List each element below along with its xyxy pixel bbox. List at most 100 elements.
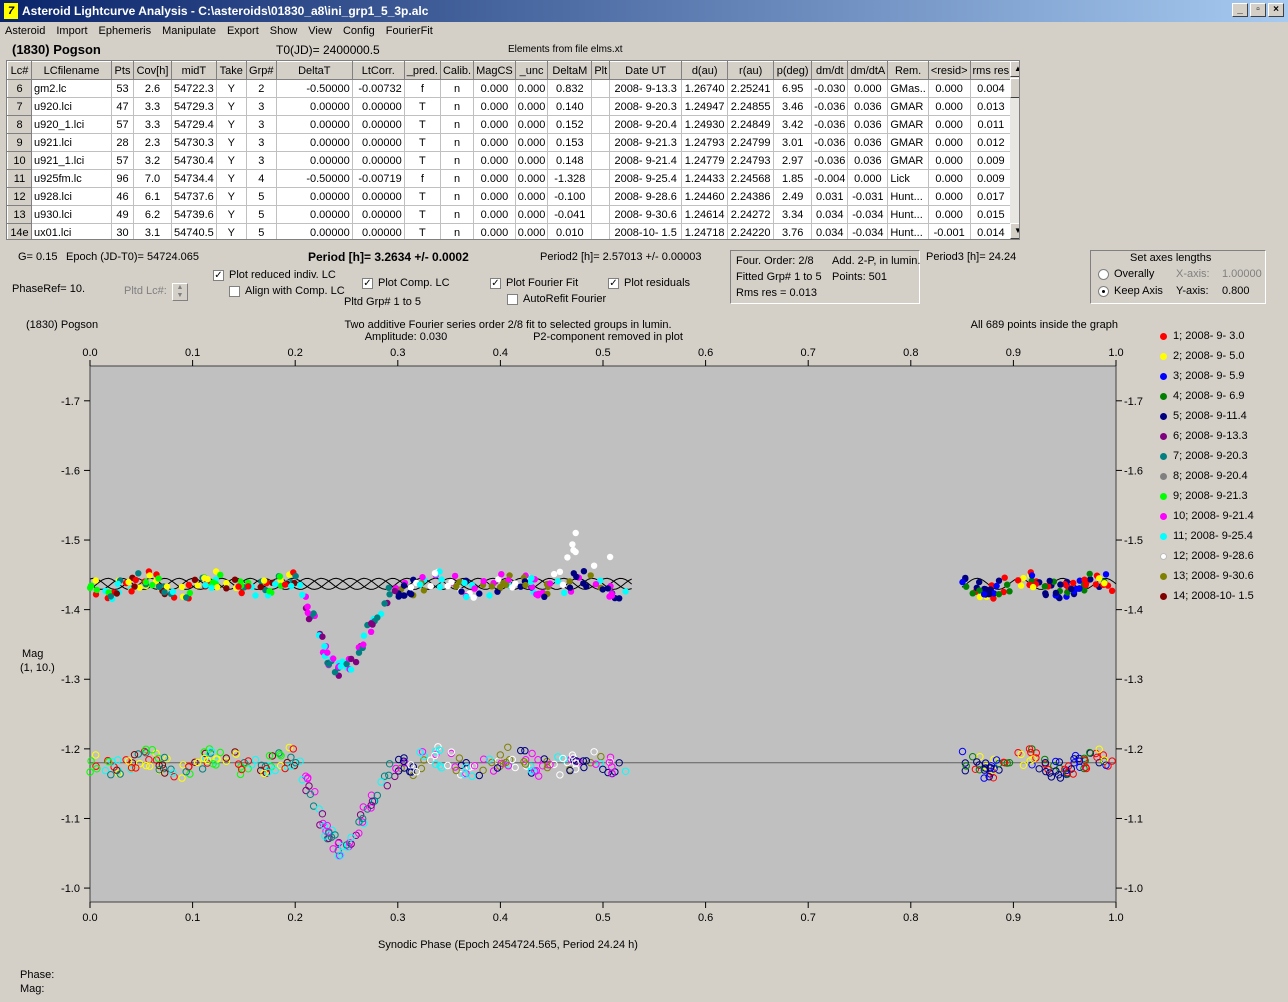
table-cell[interactable]: 0.00000 xyxy=(276,223,353,239)
table-cell[interactable]: 46 xyxy=(111,187,134,206)
table-cell[interactable]: 2008- 9-13.3 xyxy=(609,79,683,98)
table-cell[interactable]: 0.036 xyxy=(847,133,889,152)
table-cell[interactable]: -0.034 xyxy=(847,205,889,224)
column-header[interactable]: DeltaT xyxy=(275,61,353,80)
table-cell[interactable]: n xyxy=(440,133,475,152)
column-header[interactable]: p(deg) xyxy=(773,61,813,80)
column-header[interactable]: Plt xyxy=(591,61,611,80)
table-cell[interactable]: Y xyxy=(216,205,247,224)
table-cell[interactable]: 0.000 xyxy=(928,133,971,152)
table-cell[interactable]: 1.85 xyxy=(773,169,813,188)
table-cell[interactable]: 2008- 9-30.6 xyxy=(609,205,683,224)
table-cell[interactable]: T xyxy=(404,223,441,239)
table-cell[interactable]: u928.lci xyxy=(31,187,112,206)
table-cell[interactable]: 6.1 xyxy=(133,187,172,206)
menu-manipulate[interactable]: Manipulate xyxy=(157,23,222,41)
table-cell[interactable]: 2008- 9-25.4 xyxy=(609,169,683,188)
column-header[interactable]: Take xyxy=(215,61,247,80)
table-cell[interactable]: 0.000 xyxy=(928,169,971,188)
table-cell[interactable]: 0.148 xyxy=(547,151,593,170)
autorefit-checkbox[interactable]: AutoRefit Fourier xyxy=(507,293,606,305)
table-cell[interactable]: n xyxy=(440,169,475,188)
table-cell[interactable]: 0.00000 xyxy=(352,223,405,239)
table-cell[interactable]: gm2.lc xyxy=(31,79,112,98)
table-cell[interactable]: Hunt... xyxy=(887,187,929,206)
table-cell[interactable]: 53 xyxy=(111,79,134,98)
table-row[interactable]: 14e ux01.lci 30 3.1 54740.5 Y 5 0.00000 0.00000 T… xyxy=(7,223,1013,239)
table-cell[interactable] xyxy=(591,169,611,188)
column-header[interactable]: dm/dt xyxy=(811,61,849,80)
table-cell[interactable]: GMAR xyxy=(887,151,929,170)
column-header[interactable]: d(au) xyxy=(681,61,729,80)
table-cell[interactable]: 0.00000 xyxy=(352,133,405,152)
plot-comp-checkbox[interactable]: ✓ Plot Comp. LC xyxy=(362,277,450,289)
table-cell[interactable]: -0.036 xyxy=(811,151,849,170)
table-cell[interactable]: 0.00000 xyxy=(276,187,353,206)
table-cell[interactable]: f xyxy=(404,79,441,98)
table-cell[interactable]: 0.140 xyxy=(547,97,593,116)
table-cell[interactable]: -0.031 xyxy=(847,187,889,206)
table-cell[interactable]: 2.97 xyxy=(773,151,813,170)
table-cell[interactable]: 0.036 xyxy=(847,115,889,134)
table-cell[interactable]: n xyxy=(440,223,475,239)
table-cell[interactable]: 1.24718 xyxy=(681,223,729,239)
table-cell[interactable]: 12 xyxy=(7,187,32,206)
table-cell[interactable]: 54734.4 xyxy=(171,169,217,188)
table-cell[interactable]: -0.50000 xyxy=(276,169,353,188)
table-cell[interactable]: 0.034 xyxy=(811,205,849,224)
table-cell[interactable] xyxy=(591,133,611,152)
table-cell[interactable]: Y xyxy=(216,223,247,239)
table-cell[interactable] xyxy=(591,97,611,116)
table-cell[interactable]: 28 xyxy=(111,133,134,152)
menu-config[interactable]: Config xyxy=(338,23,381,41)
table-cell[interactable] xyxy=(591,151,611,170)
column-header[interactable]: DeltaM xyxy=(547,61,593,80)
scroll-thumb[interactable] xyxy=(1010,78,1019,98)
menu-export[interactable]: Export xyxy=(222,23,265,41)
table-cell[interactable]: 5 xyxy=(246,187,277,206)
table-cell[interactable]: 0.00000 xyxy=(276,133,353,152)
table-cell[interactable]: 2.24386 xyxy=(727,187,775,206)
menu-view[interactable]: View xyxy=(303,23,338,41)
lightcurve-table[interactable]: Lc# LCfilename Pts Cov[h] midT Take Grp# DeltaT… xyxy=(6,60,1020,240)
table-cell[interactable]: -0.004 xyxy=(811,169,849,188)
table-cell[interactable]: Y xyxy=(216,115,247,134)
table-cell[interactable]: 2008- 9-21.4 xyxy=(609,151,683,170)
table-cell[interactable]: 2.6 xyxy=(133,79,172,98)
table-cell[interactable]: 0.000 xyxy=(473,205,516,224)
column-header[interactable]: dm/dtA xyxy=(847,61,889,80)
table-cell[interactable]: 14e xyxy=(7,223,32,239)
table-cell[interactable]: 3 xyxy=(246,151,277,170)
table-cell[interactable]: 0.832 xyxy=(547,79,593,98)
table-cell[interactable]: Y xyxy=(216,97,247,116)
table-cell[interactable]: 0.000 xyxy=(473,133,516,152)
table-cell[interactable]: 0.000 xyxy=(515,169,549,188)
table-cell[interactable]: 0.000 xyxy=(515,133,549,152)
menu-asteroid[interactable]: Asteroid xyxy=(0,23,51,41)
table-cell[interactable]: -0.001 xyxy=(928,223,971,239)
table-cell[interactable]: 0.00000 xyxy=(276,97,353,116)
table-cell[interactable]: T xyxy=(404,115,441,134)
table-cell[interactable]: 2.24793 xyxy=(727,151,775,170)
table-cell[interactable]: 0.017 xyxy=(970,187,1013,206)
column-header[interactable]: Calib. xyxy=(439,61,475,80)
column-header[interactable]: <resid> xyxy=(927,61,971,80)
table-cell[interactable]: 57 xyxy=(111,115,134,134)
table-cell[interactable]: 0.000 xyxy=(928,79,971,98)
scroll-down-icon[interactable]: ▼ xyxy=(1010,223,1019,239)
table-cell[interactable]: -0.036 xyxy=(811,133,849,152)
table-cell[interactable]: 10 xyxy=(7,151,32,170)
table-cell[interactable]: 0.011 xyxy=(970,115,1013,134)
table-cell[interactable]: 0.015 xyxy=(970,205,1013,224)
table-cell[interactable]: 54722.3 xyxy=(171,79,217,98)
table-cell[interactable]: 1.24614 xyxy=(681,205,729,224)
table-row[interactable]: 10 u921_1.lci 57 3.2 54730.4 Y 3 0.00000 0.00000… xyxy=(7,151,1013,170)
table-cell[interactable]: 9 xyxy=(7,133,32,152)
table-cell[interactable]: n xyxy=(440,187,475,206)
table-cell[interactable]: 0.014 xyxy=(970,223,1013,239)
table-cell[interactable]: 3.01 xyxy=(773,133,813,152)
table-cell[interactable]: -0.00719 xyxy=(352,169,405,188)
table-cell[interactable]: 3 xyxy=(246,115,277,134)
table-row[interactable]: 12 u928.lci 46 6.1 54737.6 Y 5 0.00000 0.00000 Tn… xyxy=(7,187,1013,206)
table-cell[interactable]: 0.000 xyxy=(515,115,549,134)
